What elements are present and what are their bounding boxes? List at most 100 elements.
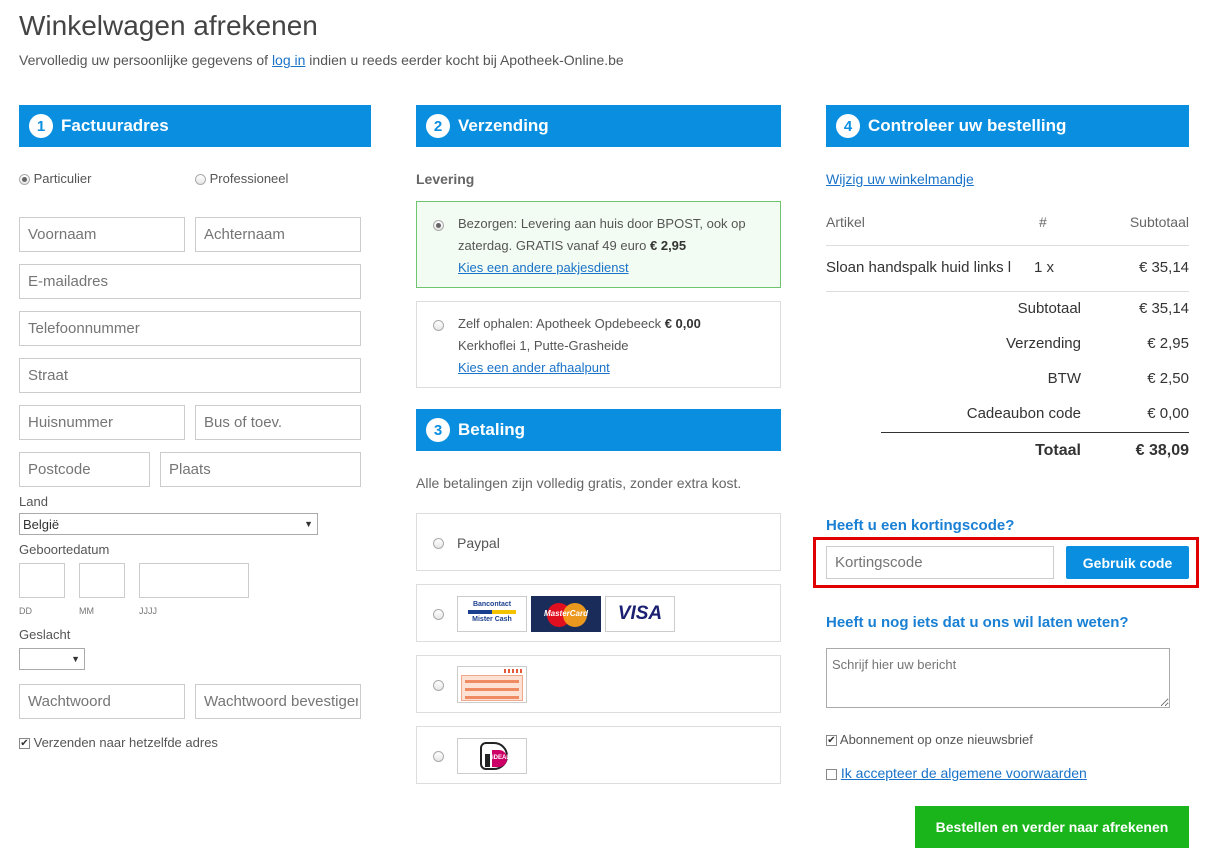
page-title: Winkelwagen afrekenen <box>19 10 318 41</box>
paypal-label: Paypal <box>457 535 500 551</box>
total-label: Totaal <box>1035 442 1081 459</box>
password-input[interactable] <box>19 684 185 719</box>
col-qty: # <box>1039 214 1047 230</box>
visa-logo: VISA <box>605 596 675 632</box>
country-label: Land <box>19 494 48 509</box>
subtotal-value: € 35,14 <box>1138 300 1189 317</box>
pickup-description: Zelf ophalen: Apotheek Opdebeeck € 0,00 … <box>458 313 768 379</box>
last-name-input[interactable] <box>195 217 361 252</box>
message-heading: Heeft u nog iets dat u ons wil laten wet… <box>826 614 1129 631</box>
ideal-logo-frame: iDEAL <box>480 742 510 770</box>
payment-option-paypal[interactable]: Paypal <box>416 513 781 571</box>
email-input[interactable] <box>19 264 361 299</box>
ideal-logo: iDEAL <box>457 738 527 774</box>
payment-header: 3 Betaling <box>416 409 781 451</box>
delivery-description: Bezorgen: Levering aan huis door BPOST, … <box>458 213 768 279</box>
ship-same-address[interactable]: ✔ Verzenden naar hetzelfde adres <box>19 735 218 750</box>
terms-consent[interactable]: Ik accepteer de algemene voorwaarden <box>826 765 1087 781</box>
birth-month-input[interactable] <box>79 563 125 598</box>
first-name-input[interactable] <box>19 217 185 252</box>
customer-type-private[interactable]: Particulier <box>19 171 91 186</box>
change-pickup-link[interactable]: Kies een ander afhaalpunt <box>458 360 610 375</box>
subtitle-text-after: indien u reeds eerder kocht bij Apotheek… <box>305 52 624 68</box>
radio-business[interactable] <box>195 174 206 186</box>
house-number-input[interactable] <box>19 405 185 440</box>
billing-step-number: 1 <box>29 114 53 138</box>
radio-paypal[interactable] <box>433 538 444 550</box>
password-confirm-input[interactable] <box>195 684 361 719</box>
phone-input[interactable] <box>19 311 361 346</box>
ideal-logo-bar <box>485 754 490 767</box>
delivery-text: Bezorgen: Levering aan huis door BPOST, … <box>458 216 746 253</box>
message-textarea[interactable] <box>826 648 1170 708</box>
review-header: 4 Controleer uw bestelling <box>826 105 1189 147</box>
login-link[interactable]: log in <box>272 52 305 68</box>
shipping-header: 2 Verzending <box>416 105 781 147</box>
shipping-step-number: 2 <box>426 114 450 138</box>
box-input[interactable] <box>195 405 361 440</box>
bancontact-stripe <box>468 610 516 614</box>
bancontact-line1: Bancontact <box>472 601 512 608</box>
bancontact-logo: Bancontact Mister Cash <box>457 596 527 632</box>
newsletter-consent[interactable]: ✔ Abonnement op onze nieuwsbrief <box>826 732 1033 747</box>
transfer-form-marks <box>504 669 522 673</box>
payment-note: Alle betalingen zijn volledig gratis, zo… <box>416 475 742 491</box>
item-qty: 1 x <box>1034 259 1055 276</box>
payment-option-cards[interactable]: Bancontact Mister Cash MasterCard VISA <box>416 584 781 642</box>
gift-code-label: Cadeaubon code <box>966 405 1081 422</box>
payment-header-label: Betaling <box>458 420 526 439</box>
discount-heading: Heeft u een kortingscode? <box>826 517 1015 534</box>
shipping-option-delivery[interactable]: Bezorgen: Levering aan huis door BPOST, … <box>416 201 781 288</box>
radio-delivery[interactable] <box>433 220 444 232</box>
pickup-price: € 0,00 <box>664 316 701 331</box>
shipping-cost-value: € 2,95 <box>1147 335 1189 352</box>
radio-pickup[interactable] <box>433 320 444 332</box>
customer-type-business[interactable]: Professioneel <box>195 171 288 186</box>
change-carrier-link[interactable]: Kies een andere pakjesdienst <box>458 260 629 275</box>
city-input[interactable] <box>160 452 361 487</box>
country-select[interactable]: België ▼ <box>19 513 318 535</box>
birth-day-hint: DD <box>19 606 32 616</box>
terms-checkbox[interactable] <box>826 768 837 780</box>
payment-option-transfer[interactable] <box>416 655 781 713</box>
subtitle-text-before: Vervolledig uw persoonlijke gegevens of <box>19 52 272 68</box>
street-input[interactable] <box>19 358 361 393</box>
newsletter-checkbox[interactable]: ✔ <box>826 735 837 747</box>
chevron-down-icon: ▼ <box>71 654 80 664</box>
ideal-logo-text: iDEAL <box>492 750 510 767</box>
item-name: Sloan handspalk huid links l <box>826 259 1012 276</box>
gift-code-value: € 0,00 <box>1147 405 1189 422</box>
ship-same-checkbox[interactable]: ✔ <box>19 738 30 750</box>
payment-option-ideal[interactable]: iDEAL <box>416 726 781 784</box>
subtotal-label: Subtotaal <box>1017 300 1081 317</box>
shipping-option-pickup[interactable]: Zelf ophalen: Apotheek Opdebeeck € 0,00 … <box>416 301 781 388</box>
birth-month-hint: MM <box>79 606 94 616</box>
edit-cart-link[interactable]: Wijzig uw winkelmandje <box>826 171 974 187</box>
review-header-label: Controleer uw bestelling <box>868 116 1067 135</box>
postcode-input[interactable] <box>19 452 150 487</box>
transfer-form-line <box>465 696 519 699</box>
birth-day-input[interactable] <box>19 563 65 598</box>
radio-private[interactable] <box>19 174 30 186</box>
divider <box>826 245 1189 246</box>
terms-link[interactable]: Ik accepteer de algemene voorwaarden <box>841 765 1087 781</box>
birth-year-input[interactable] <box>139 563 249 598</box>
birth-year-hint: JJJJ <box>139 606 157 616</box>
shipping-cost-label: Verzending <box>1005 335 1081 352</box>
radio-ideal[interactable] <box>433 751 444 763</box>
item-price: € 35,14 <box>1138 259 1189 276</box>
customer-type-private-label: Particulier <box>33 171 92 186</box>
radio-cards[interactable] <box>433 609 444 621</box>
newsletter-label: Abonnement op onze nieuwsbrief <box>839 732 1033 747</box>
billing-header: 1 Factuuradres <box>19 105 371 147</box>
mastercard-logo: MasterCard <box>531 596 601 632</box>
discount-code-input[interactable] <box>826 546 1054 579</box>
gender-select[interactable]: ▼ <box>19 648 85 670</box>
vat-value: € 2,50 <box>1147 370 1189 387</box>
col-article: Artikel <box>826 214 865 230</box>
page-subtitle: Vervolledig uw persoonlijke gegevens of … <box>19 52 624 68</box>
use-code-button[interactable]: Gebruik code <box>1066 546 1189 579</box>
submit-order-button[interactable]: Bestellen en verder naar afrekenen <box>915 806 1189 848</box>
total-divider <box>881 432 1189 433</box>
radio-transfer[interactable] <box>433 680 444 692</box>
